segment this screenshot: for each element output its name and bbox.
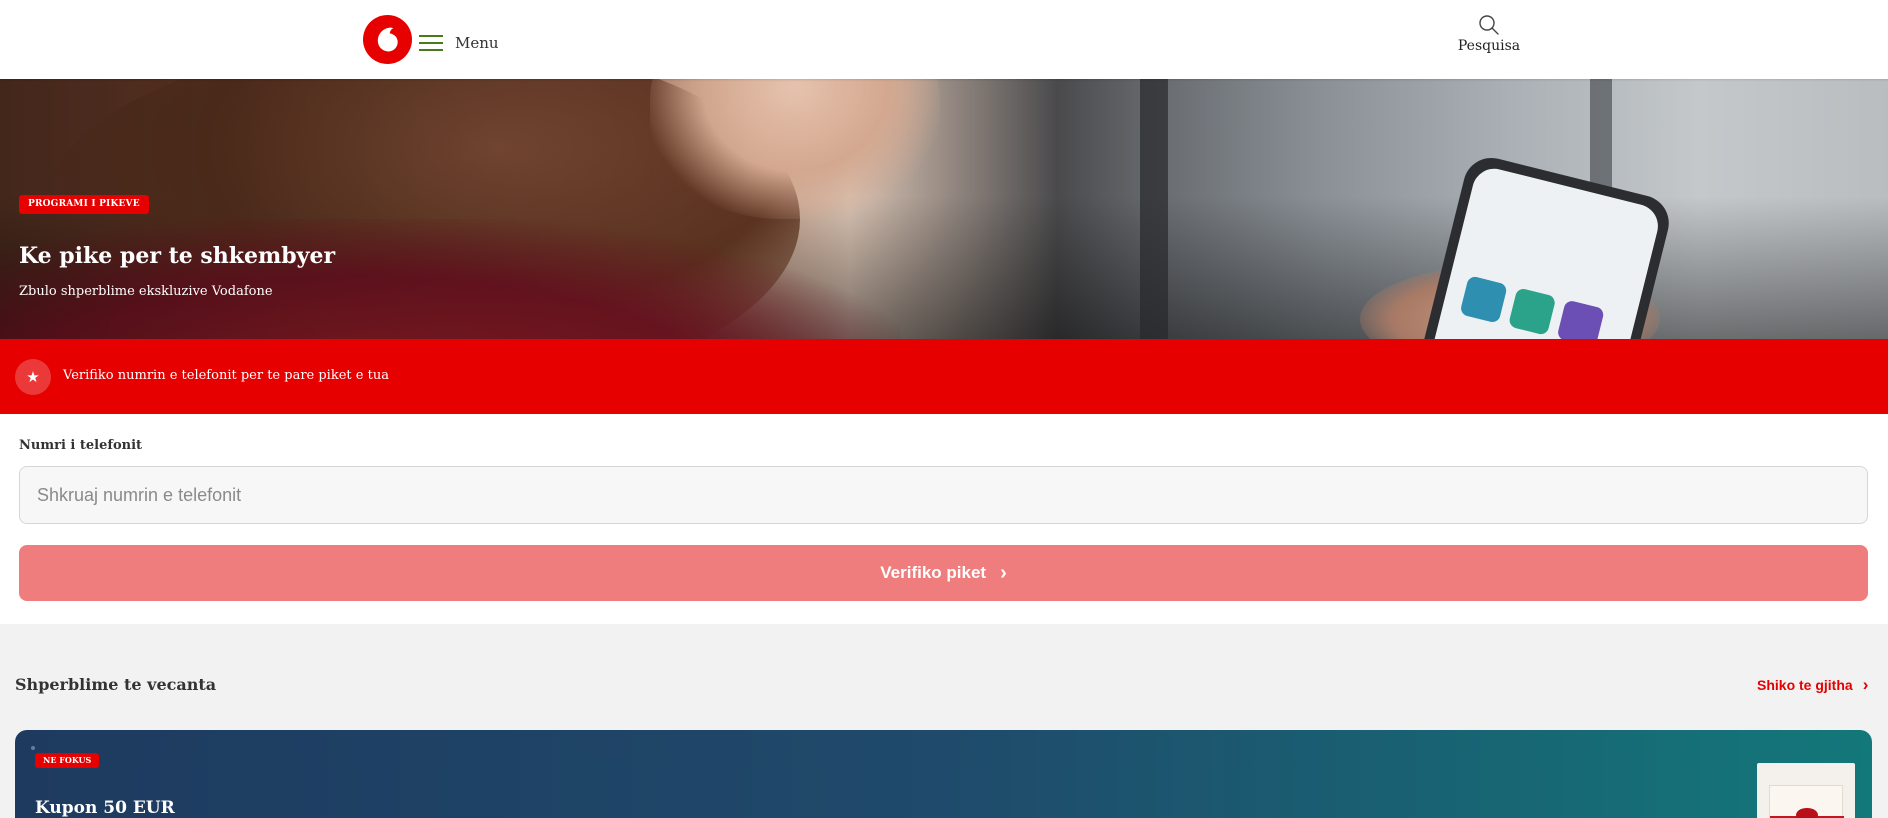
vodafone-logo-icon[interactable] <box>363 15 412 64</box>
chevron-right-icon: › <box>1862 675 1869 694</box>
banner-text: Verifiko numrin e telefonit per te pare … <box>63 368 389 383</box>
search-button[interactable]: Pesquisa <box>1454 14 1524 62</box>
verify-points-label: Verifiko piket <box>880 563 987 582</box>
site-header: Menu Pesquisa <box>0 0 1888 79</box>
menu-label: Menu <box>455 34 499 52</box>
card-title: Kupon 50 EUR <box>35 798 175 818</box>
hero-subtitle: Zbulo shperblime ekskluzive Vodafone <box>19 284 273 299</box>
star-icon: ★ <box>15 359 51 395</box>
hero-banner <box>0 79 1888 339</box>
card-badge: NE FOKUS <box>35 753 100 768</box>
section-title: Shperblime te vecanta <box>15 675 217 694</box>
see-all-link[interactable]: Shiko te gjitha › <box>1757 676 1868 693</box>
verify-banner: ★ Verifiko numrin e telefonit per te par… <box>0 339 1888 414</box>
phone-number-input[interactable] <box>19 466 1868 524</box>
see-all-label: Shiko te gjitha <box>1757 676 1853 693</box>
chevron-right-icon: › <box>1000 562 1007 584</box>
decorative-dot <box>31 746 35 750</box>
hamburger-icon <box>419 34 443 52</box>
gift-card-image <box>1757 763 1855 818</box>
search-label: Pesquisa <box>1457 38 1521 54</box>
hero-badge: PROGRAMI I PIKEVE <box>19 195 149 214</box>
featured-reward-card[interactable]: NE FOKUS Kupon 50 EUR <box>15 730 1872 818</box>
hero-title: Ke pike per te shkembyer <box>19 243 336 269</box>
phone-field-label: Numri i telefonit <box>19 438 143 453</box>
verify-points-button[interactable]: Verifiko piket › <box>19 545 1868 601</box>
phone-verify-form: Numri i telefonit Verifiko piket › <box>0 414 1888 624</box>
menu-button[interactable]: Menu <box>419 33 499 53</box>
search-icon <box>1479 15 1499 35</box>
gift-icon <box>1796 808 1818 818</box>
